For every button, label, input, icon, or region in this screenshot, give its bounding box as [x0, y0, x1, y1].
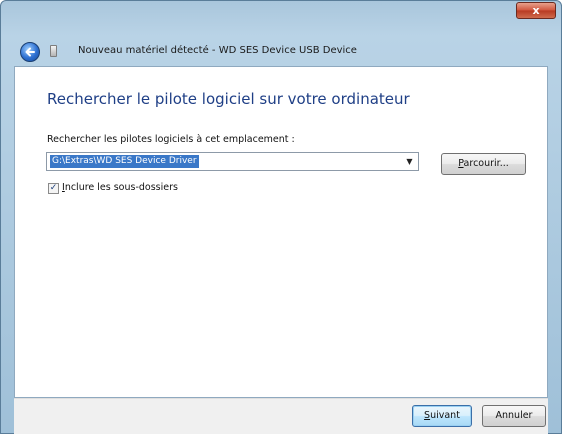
back-arrow-icon: [25, 47, 35, 57]
checkmark-icon: ✓: [49, 183, 58, 193]
window-title: Nouveau matériel détecté - WD SES Device…: [78, 45, 357, 56]
back-button[interactable]: [20, 42, 40, 62]
include-subfolders-text: nclure les sous-dossiers: [64, 182, 178, 193]
chevron-down-icon[interactable]: ▼: [403, 155, 416, 168]
search-location-label: Rechercher les pilotes logiciels à cet e…: [47, 134, 295, 145]
search-location-combobox[interactable]: G:\Extras\WD SES Device Driver ▼: [46, 152, 419, 171]
close-button[interactable]: x: [516, 2, 556, 19]
page-title: Rechercher le pilote logiciel sur votre …: [47, 90, 410, 108]
close-icon: x: [532, 4, 540, 17]
browse-button[interactable]: Parcourir...: [441, 153, 526, 175]
include-subfolders-label[interactable]: Inclure les sous-dossiers: [62, 182, 178, 194]
wizard-content-panel: [14, 66, 548, 398]
next-button-label: uivant: [430, 410, 460, 421]
cancel-button[interactable]: Annuler: [482, 405, 546, 427]
browse-button-label: arcourir...: [463, 158, 509, 169]
next-button[interactable]: Suivant: [412, 405, 472, 427]
device-icon: [50, 45, 57, 57]
include-subfolders-checkbox[interactable]: ✓: [48, 183, 59, 194]
search-location-value[interactable]: G:\Extras\WD SES Device Driver: [50, 155, 199, 168]
